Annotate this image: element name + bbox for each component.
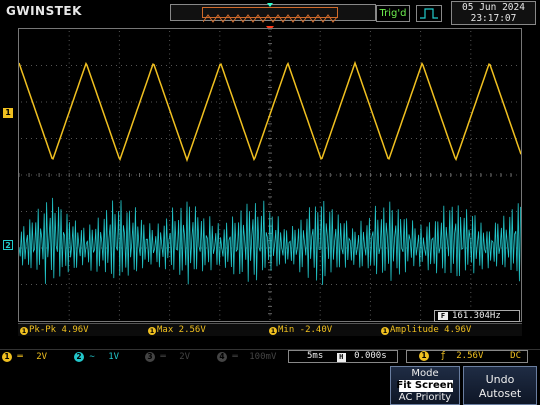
ch1-source-icon: 1 (381, 327, 389, 335)
undo-label: Undo (485, 373, 515, 386)
trigger-box[interactable]: 1 ƒ 2.56V DC (406, 350, 528, 363)
measurement-bar: 1 Pk-Pk 4.96V 1 Max 2.56V 1 Min -2.40V 1 Amp… (18, 323, 522, 336)
ch3-number: 3 (145, 352, 155, 362)
ch4-status[interactable]: 4 ═ 100mV (217, 350, 276, 365)
ch1-source-icon: 1 (148, 327, 156, 335)
timebase-value: 5ms (307, 351, 324, 361)
measurement-amplitude[interactable]: 1 Amplitude 4.96V (381, 324, 471, 336)
ch2-ground-marker[interactable]: 2 (3, 240, 13, 250)
frequency-readout: F 161.304Hz (434, 310, 520, 322)
dc-coupling-icon: ═ (160, 352, 166, 362)
ac-coupling-icon: ∼ (89, 352, 95, 362)
ch1-ground-marker[interactable]: 1 (3, 108, 13, 118)
waveform-traces (19, 60, 521, 285)
frequency-icon: F (438, 312, 448, 320)
ch3-status[interactable]: 3 ═ 2V (145, 350, 190, 365)
ch2-number: 2 (74, 352, 84, 362)
ch2-status[interactable]: 2 ∼ 1V (74, 350, 119, 365)
ch3-scale: 2V (179, 352, 191, 362)
date-time: 05 Jun 2024 23:17:07 (451, 1, 536, 25)
ch2-trace (19, 197, 521, 285)
undo-autoset-softkey[interactable]: Undo Autoset (463, 366, 537, 405)
rising-edge-icon (416, 5, 442, 22)
horizontal-position-icon: H (336, 353, 346, 362)
ch1-status[interactable]: 1 ═ 2V (2, 350, 47, 365)
top-bar: GWINSTEK Trig'd 05 Jun 2024 23:17:07 (0, 0, 540, 26)
horizontal-position-value: 0.000s (354, 351, 387, 361)
date-text: 05 Jun 2024 (462, 2, 525, 13)
ch4-number: 4 (217, 352, 227, 362)
ch1-source-icon: 1 (269, 327, 277, 335)
timebase-box[interactable]: 5ms H 0.000s (288, 350, 398, 363)
mode-title: Mode (411, 368, 439, 379)
trigger-source: 1 (419, 351, 429, 361)
waveform-display (18, 28, 522, 322)
ch1-trace (19, 60, 521, 163)
ch2-scale: 1V (108, 352, 120, 362)
ch4-scale: 100mV (249, 352, 277, 362)
time-text: 23:17:07 (470, 13, 517, 24)
memory-overview-bar (170, 3, 376, 23)
mode-other-option: AC Priority (398, 392, 452, 403)
softkey-menu: Mode Fit Screen AC Priority Undo Autoset (0, 366, 540, 405)
brand-logo: GWINSTEK (6, 4, 82, 18)
ch1-source-icon: 1 (20, 327, 28, 335)
dc-coupling-icon: ═ (17, 352, 23, 362)
autoset-label: Autoset (478, 387, 522, 400)
mode-softkey[interactable]: Mode Fit Screen AC Priority (390, 366, 460, 405)
trigger-level: 2.56V (456, 351, 484, 361)
overview-waveform-icon (202, 14, 338, 23)
measurement-pkpk[interactable]: 1 Pk-Pk 4.96V (20, 324, 89, 336)
overview-window (202, 7, 338, 23)
ch1-scale: 2V (36, 352, 48, 362)
mode-selected-option: Fit Screen (396, 380, 454, 391)
ch1-number: 1 (2, 352, 12, 362)
trigger-coupling: DC (510, 351, 521, 361)
measurement-max[interactable]: 1 Max 2.56V (148, 324, 206, 336)
frequency-value: 161.304Hz (452, 311, 501, 321)
measurement-min[interactable]: 1 Min -2.40V (269, 324, 332, 336)
trigger-slope-icon: ƒ (440, 351, 446, 361)
dc-coupling-icon: ═ (232, 352, 238, 362)
trigger-status: Trig'd (376, 5, 410, 22)
